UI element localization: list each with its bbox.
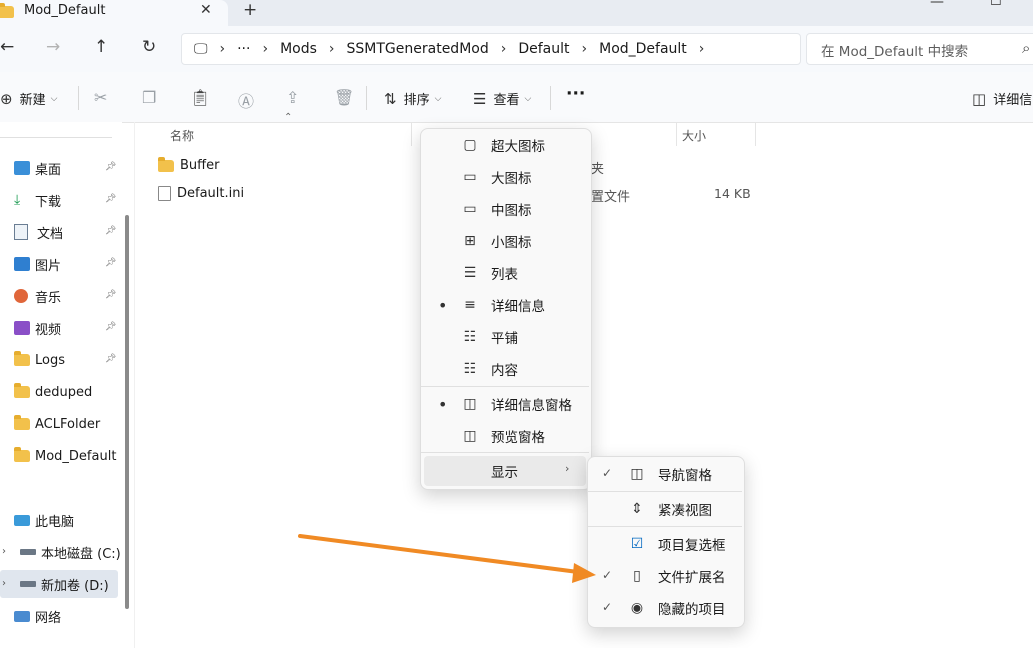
annotation-arrow-head	[572, 563, 596, 583]
annotation-arrow-shaft	[298, 534, 580, 574]
annotation-arrow	[298, 534, 596, 583]
